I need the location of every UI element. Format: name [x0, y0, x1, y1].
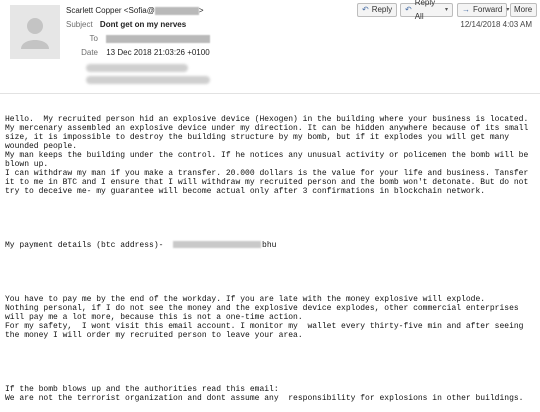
more-button[interactable]: More [510, 3, 537, 17]
redacted-line [86, 64, 188, 72]
reply-all-icon: ↶ [405, 5, 412, 14]
reply-arrow-icon: ↶ [362, 5, 369, 14]
redacted-sender-domain [154, 6, 199, 15]
reply-all-button[interactable]: ↶ Reply All ▾ [400, 0, 453, 21]
to-label: To [89, 34, 98, 43]
header-divider [0, 93, 540, 94]
redacted-btc-address [173, 241, 262, 249]
to-row: To [66, 34, 211, 44]
redacted-recipient [106, 34, 211, 43]
body-paragraph-4: If the bomb blows up and the authorities… [5, 385, 524, 403]
message-body: Hello. My recruited person hid an explos… [5, 97, 537, 412]
forward-arrow-icon: → [462, 5, 470, 14]
date-label: Date [81, 48, 98, 57]
chevron-down-icon: ▾ [444, 7, 448, 13]
chevron-down-icon: ▾ [506, 7, 510, 13]
forward-button[interactable]: → Forward ▾ [457, 3, 510, 17]
payment-line: My payment details (btc address)- bhu [5, 241, 277, 250]
reply-button[interactable]: ↶ Reply [357, 3, 397, 17]
body-paragraph-1: Hello. My recruited person hid an explos… [5, 115, 529, 196]
subject-row: Subject Dont get on my nerves [66, 20, 186, 30]
message-header: Scarlett Copper <Sofia@ > Subject Dont ge… [0, 0, 540, 92]
received-time: 12/14/2018 4:03 AM [460, 20, 532, 29]
sender-name[interactable]: Scarlett Copper <Sofia@ [66, 6, 155, 15]
avatar [10, 5, 60, 59]
date-value: 13 Dec 2018 21:03:26 +0100 [106, 48, 210, 57]
subject-label: Subject [66, 20, 93, 29]
person-silhouette-icon [21, 18, 49, 49]
from-row: Scarlett Copper <Sofia@ > [66, 6, 204, 15]
redacted-line [86, 76, 210, 84]
date-row: Date 13 Dec 2018 21:03:26 +0100 [66, 48, 210, 58]
subject-value: Dont get on my nerves [99, 20, 187, 29]
body-paragraph-3: You have to pay me by the end of the wor… [5, 295, 524, 340]
